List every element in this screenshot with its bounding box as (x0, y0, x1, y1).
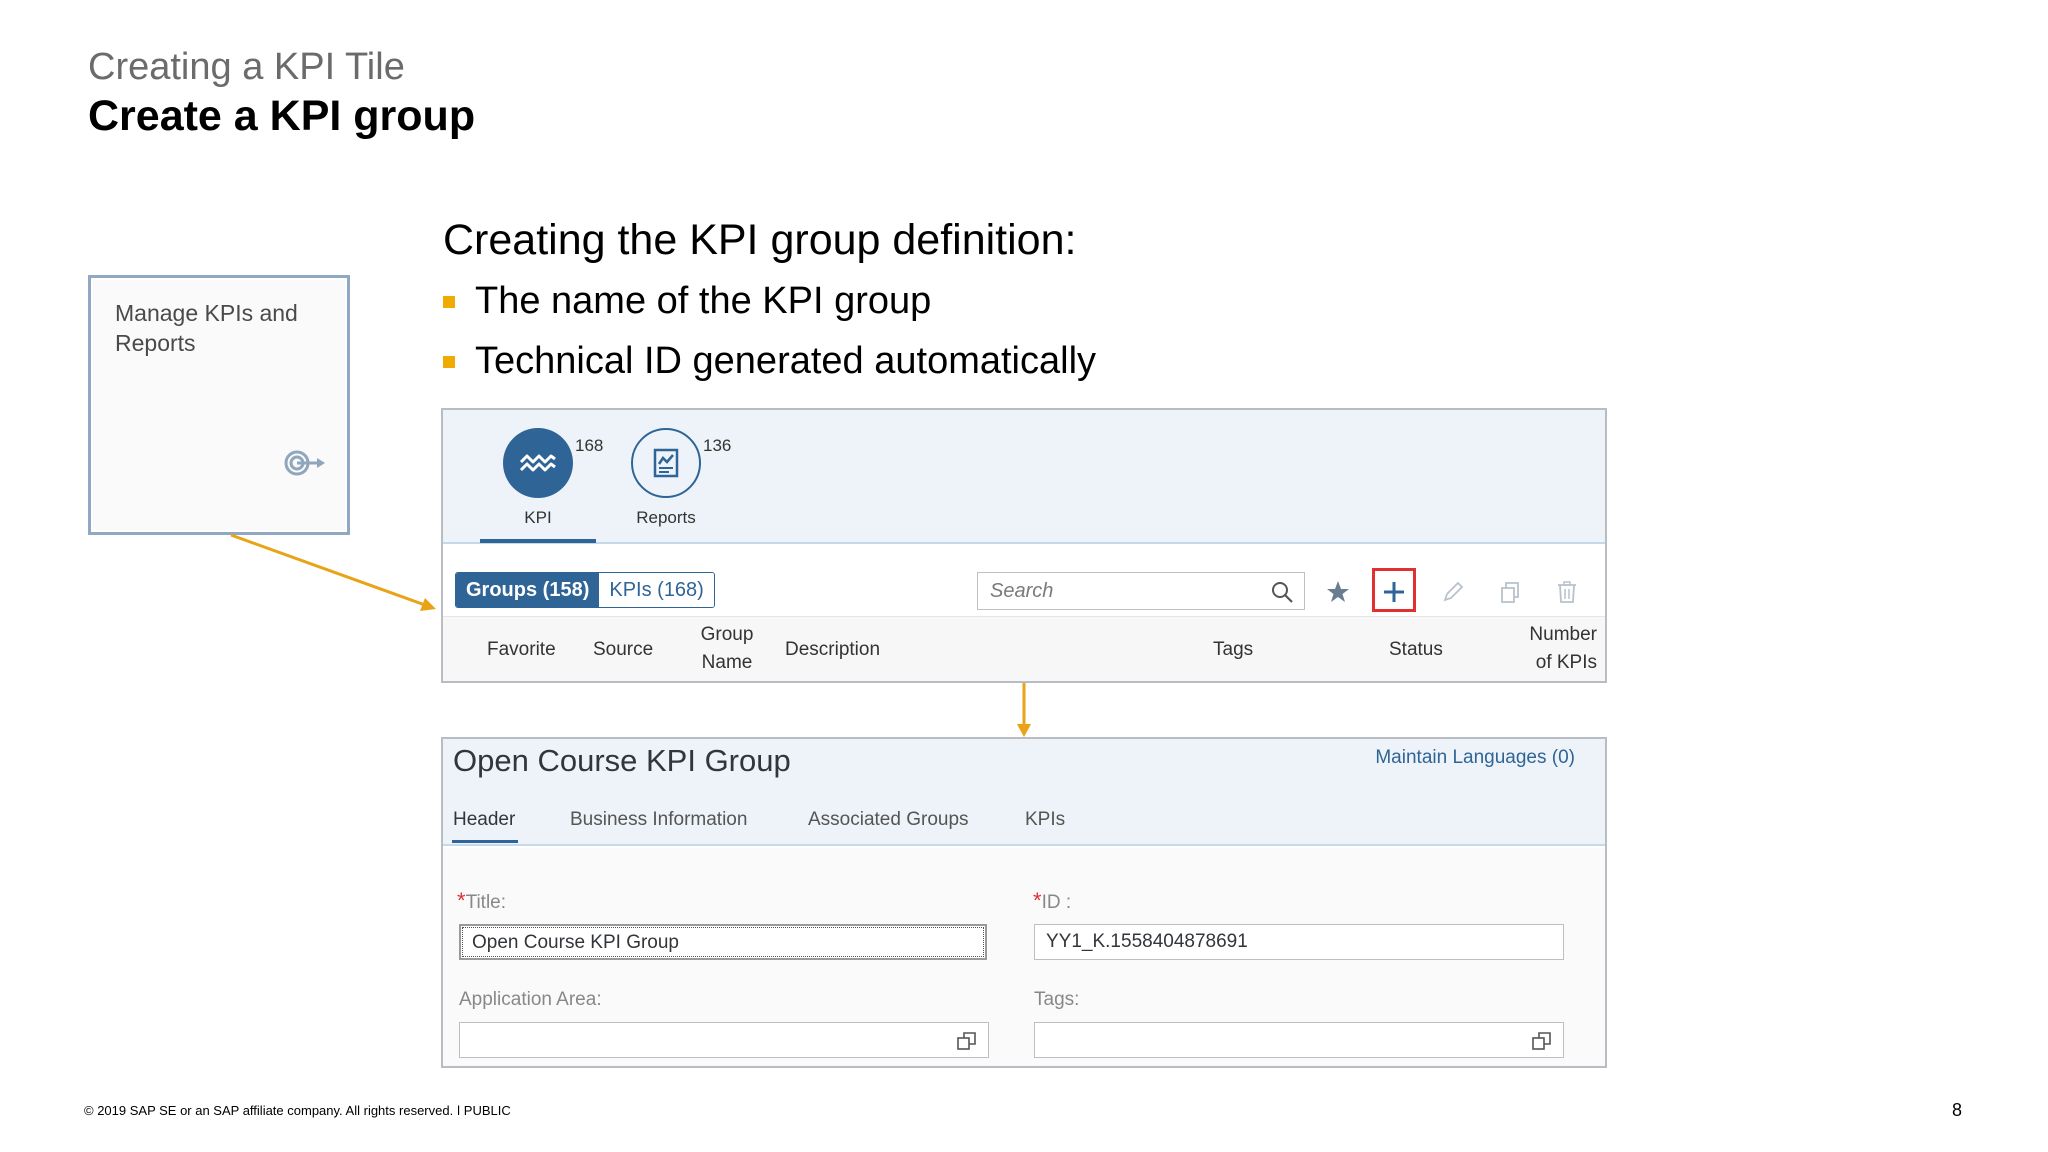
search-input[interactable] (978, 573, 1258, 609)
segment-kpis[interactable]: KPIs (168) (599, 573, 714, 607)
column-header-group-name-line1: Group (700, 624, 754, 645)
id-label: *ID : (1033, 888, 1071, 914)
tab-selection-indicator (480, 539, 596, 543)
tab-associated-groups[interactable]: Associated Groups (808, 809, 969, 831)
tab-kpi[interactable]: 168 KPI (483, 428, 603, 528)
title-field[interactable]: Open Course KPI Group (459, 924, 987, 960)
tab-reports[interactable]: 136 Reports (611, 428, 731, 528)
favorite-button[interactable] (1320, 574, 1356, 610)
add-group-button[interactable] (1376, 574, 1412, 610)
icon-tab-bar: 168 KPI 136 Reports (443, 410, 1605, 544)
id-field[interactable]: YY1_K.1558404878691 (1034, 924, 1564, 960)
application-area-label: Application Area: (459, 989, 602, 1010)
column-header-tags[interactable]: Tags (1213, 636, 1253, 664)
kpi-group-detail-screenshot: Open Course KPI Group Maintain Languages… (441, 737, 1607, 1068)
column-header-group-name-line2: Name (701, 652, 753, 673)
bullet-item: Technical ID generated automatically (443, 340, 1096, 383)
pencil-icon (1443, 581, 1464, 602)
tags-field[interactable] (1034, 1022, 1564, 1058)
copy-icon (1501, 582, 1519, 603)
search-field (977, 572, 1305, 610)
tab-selection-indicator (452, 840, 518, 843)
definition-heading: Creating the KPI group definition: (443, 216, 1077, 264)
column-header-status[interactable]: Status (1389, 636, 1443, 664)
title-label: *Title: (457, 888, 506, 914)
required-marker: * (457, 888, 466, 913)
kpi-list-screenshot: 168 KPI 136 Reports Groups (158) KPIs (1… (441, 408, 1607, 683)
slide-supertitle: Creating a KPI Tile (88, 46, 405, 88)
bullet-square-icon (443, 295, 455, 308)
target-arrow-icon (284, 450, 325, 476)
value-help-icon[interactable] (1531, 1030, 1553, 1052)
value-help-icon[interactable] (956, 1030, 978, 1052)
tab-business-information[interactable]: Business Information (570, 809, 747, 831)
column-header-number-of-kpis-line1: Number (1529, 624, 1597, 645)
column-header-favorite[interactable]: Favorite (487, 636, 556, 664)
table-header-row: Favorite Source Group Name Description T… (443, 616, 1605, 681)
tags-label: Tags: (1034, 989, 1080, 1010)
required-marker: * (1033, 888, 1042, 913)
kpi-trend-icon (503, 428, 573, 498)
edit-button[interactable] (1435, 574, 1471, 610)
header-form: *Title: Open Course KPI Group *ID : YY1_… (443, 848, 1605, 1066)
title-label-text: Title: (465, 892, 507, 913)
trash-icon (1558, 581, 1576, 603)
tab-reports-label: Reports (636, 508, 696, 527)
column-header-number-of-kpis-line2: of KPIs (1535, 652, 1597, 673)
tab-header[interactable]: Header (453, 809, 515, 831)
column-header-description[interactable]: Description (785, 636, 880, 664)
kpi-count: 168 (575, 436, 604, 455)
segmented-button: Groups (158) KPIs (168) (455, 572, 715, 608)
copy-button[interactable] (1492, 574, 1528, 610)
column-header-number-of-kpis[interactable]: Number of KPIs (1507, 621, 1597, 677)
add-icon (1384, 582, 1404, 602)
column-header-group-name[interactable]: Group Name (695, 621, 759, 677)
segment-groups[interactable]: Groups (158) (456, 573, 600, 607)
column-header-source[interactable]: Source (593, 636, 653, 664)
tab-kpis[interactable]: KPIs (1025, 809, 1065, 831)
tile-body: Manage KPIs and Reports (93, 280, 345, 530)
bullet-square-icon (443, 355, 455, 368)
slide-title: Create a KPI group (88, 92, 476, 140)
bullet-text: The name of the KPI group (475, 280, 932, 322)
tile-title: Manage KPIs and Reports (115, 300, 298, 356)
arrow-list-to-detail (1017, 683, 1031, 737)
delete-button[interactable] (1549, 574, 1585, 610)
manage-kpis-tile[interactable]: Manage KPIs and Reports (88, 275, 350, 535)
tab-kpi-label: KPI (524, 508, 552, 527)
bullet-text: Technical ID generated automatically (475, 340, 1097, 382)
application-area-field[interactable] (459, 1022, 989, 1058)
copyright-footer: © 2019 SAP SE or an SAP affiliate compan… (84, 1103, 511, 1118)
search-icon[interactable] (1270, 580, 1294, 604)
report-document-icon (631, 428, 701, 498)
star-icon (1327, 581, 1349, 602)
reports-count: 136 (703, 436, 732, 455)
maintain-languages-link[interactable]: Maintain Languages (0) (1375, 747, 1575, 769)
id-label-text: ID : (1041, 892, 1072, 913)
arrow-tile-to-list (230, 533, 436, 611)
bullet-item: The name of the KPI group (443, 280, 931, 323)
group-title: Open Course KPI Group (453, 743, 791, 778)
object-header: Open Course KPI Group Maintain Languages… (443, 739, 1605, 846)
page-number: 8 (1952, 1100, 1963, 1120)
